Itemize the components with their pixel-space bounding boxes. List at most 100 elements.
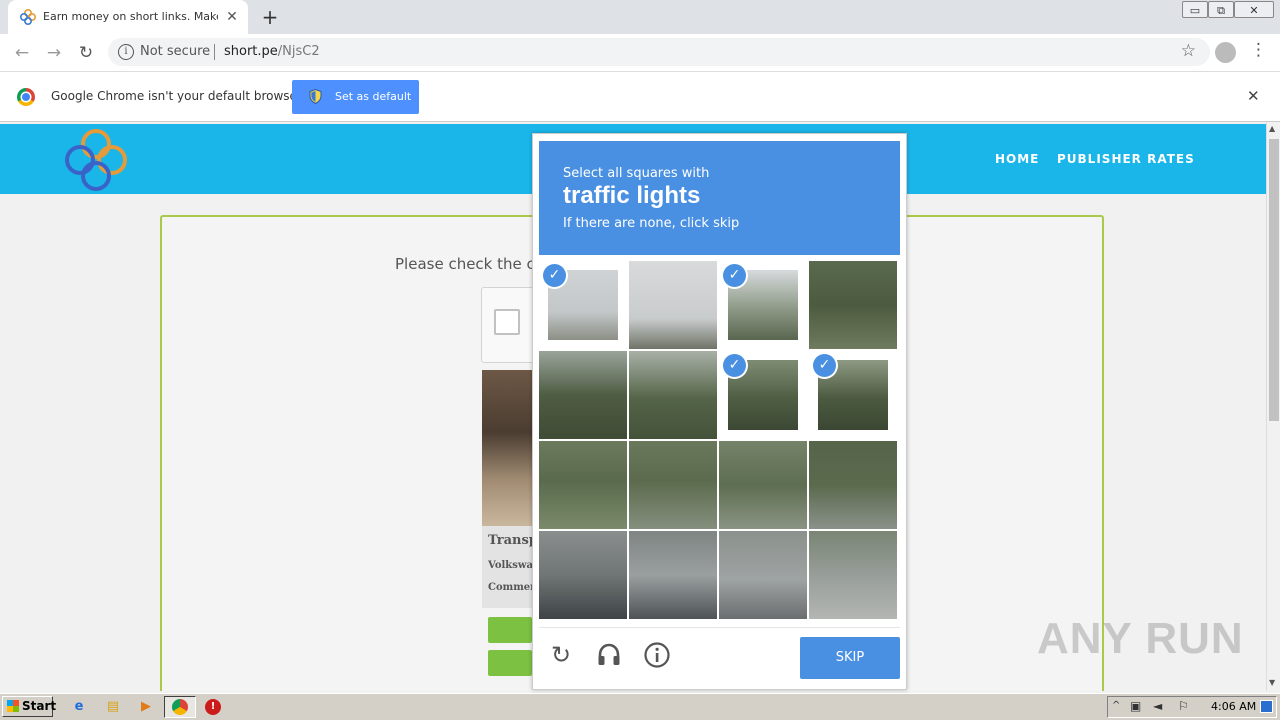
audio-challenge-icon[interactable] [592, 638, 626, 672]
captcha-tile-image [719, 531, 807, 619]
network-icon[interactable]: ▣ [1130, 699, 1141, 713]
captcha-tile[interactable] [719, 441, 807, 529]
selected-check-icon: ✓ [543, 264, 566, 287]
green-button[interactable] [488, 617, 532, 643]
captcha-tile-image [539, 531, 627, 619]
challenge-header: Select all squares with traffic lights I… [539, 141, 900, 255]
close-window-button[interactable]: ✕ [1234, 1, 1274, 18]
system-tray: ^ ▣ ◄ ⚐ 4:06 AM [1107, 696, 1277, 718]
chrome-logo-icon [17, 88, 35, 106]
ad-subtitle: Commer [488, 582, 532, 593]
restore-button[interactable]: ⧉ [1208, 1, 1234, 18]
captcha-tile[interactable] [809, 261, 897, 349]
ad-image[interactable] [482, 370, 532, 526]
ad-title: Transp [488, 533, 532, 548]
captcha-tile-image [809, 531, 897, 619]
set-as-default-button[interactable]: Set as default [292, 80, 419, 114]
nav-publisher-rates-link[interactable]: PUBLISHER RATES [1057, 152, 1195, 166]
captcha-tile-image [539, 351, 627, 439]
site-favicon-icon [20, 9, 36, 25]
security-label[interactable]: Not secure [140, 44, 210, 59]
challenge-target: traffic lights [563, 182, 701, 209]
captcha-tile-image [629, 351, 717, 439]
media-player-icon[interactable]: ▶ [137, 698, 155, 716]
infobar-close-icon[interactable]: ✕ [1247, 87, 1260, 105]
captcha-tile[interactable] [719, 531, 807, 619]
profile-avatar-icon[interactable] [1215, 42, 1236, 63]
site-logo[interactable] [60, 126, 132, 194]
page-scrollbar[interactable]: ▲ ▼ [1266, 122, 1280, 691]
address-bar[interactable]: i Not secure short.pe/NjsC2 ☆ [108, 38, 1210, 66]
skip-button[interactable]: SKIP [800, 637, 900, 679]
captcha-tile[interactable] [539, 351, 627, 439]
tray-expand-icon[interactable]: ^ [1112, 700, 1120, 711]
back-arrow-icon[interactable]: ← [10, 41, 34, 65]
scroll-up-icon[interactable]: ▲ [1269, 124, 1275, 133]
info-icon[interactable]: i [118, 44, 134, 60]
chrome-icon [172, 699, 188, 715]
reload-icon[interactable]: ↻ [74, 41, 98, 65]
taskbar: Start e ▤ ▶ ! ^ ▣ ◄ ⚐ 4:06 AM [0, 693, 1280, 720]
scroll-down-icon[interactable]: ▼ [1269, 678, 1275, 687]
reload-icon[interactable]: ↻ [544, 638, 578, 672]
forward-arrow-icon[interactable]: → [42, 41, 66, 65]
green-button[interactable] [488, 650, 532, 676]
browser-tab[interactable]: Earn money on short links. Make sho ✕ [8, 0, 248, 34]
internet-explorer-icon[interactable]: e [70, 698, 88, 716]
captcha-tile[interactable] [629, 261, 717, 349]
challenge-hint: If there are none, click skip [563, 216, 740, 231]
please-check-text: Please check the c [395, 255, 535, 273]
recaptcha-challenge-dialog: Select all squares with traffic lights I… [532, 133, 907, 690]
ad-card[interactable]: Transp Volkswag Commer [482, 526, 532, 608]
opera-icon[interactable]: ! [205, 699, 221, 715]
url-host: short.pe [224, 44, 278, 59]
captcha-tile-image [629, 441, 717, 529]
captcha-tile-image [629, 261, 717, 349]
selected-check-icon: ✓ [813, 354, 836, 377]
file-explorer-icon[interactable]: ▤ [104, 698, 122, 716]
anyrun-watermark: ANY RUN [1037, 614, 1244, 663]
captcha-tile[interactable] [629, 351, 717, 439]
captcha-tile-image [539, 441, 627, 529]
recaptcha-checkbox[interactable] [494, 309, 520, 335]
captcha-tile[interactable] [629, 531, 717, 619]
challenge-footer: ↻ SKIP [539, 627, 900, 685]
show-desktop-icon[interactable] [1260, 700, 1273, 713]
start-label: Start [22, 699, 57, 713]
url-divider [214, 44, 215, 60]
captcha-tile-image [629, 531, 717, 619]
ad-subtitle: Volkswag [488, 560, 532, 571]
taskbar-clock: 4:06 AM [1211, 700, 1257, 713]
tab-close-icon[interactable]: ✕ [222, 7, 242, 27]
info-icon[interactable] [640, 638, 674, 672]
captcha-tile[interactable] [629, 441, 717, 529]
selected-check-icon: ✓ [723, 264, 746, 287]
challenge-instruction: Select all squares with [563, 166, 710, 181]
url-text[interactable]: short.pe/NjsC2 [224, 44, 320, 59]
tab-strip: Earn money on short links. Make sho ✕ + … [0, 0, 1280, 34]
captcha-tile[interactable] [809, 531, 897, 619]
scrollbar-thumb[interactable] [1269, 139, 1279, 421]
tab-title: Earn money on short links. Make sho [43, 10, 218, 23]
taskbar-chrome-button[interactable] [164, 696, 196, 718]
selected-check-icon: ✓ [723, 354, 746, 377]
shield-icon [309, 89, 322, 104]
nav-home-link[interactable]: HOME [995, 152, 1039, 166]
set-as-default-label: Set as default [335, 90, 412, 103]
menu-dots-icon[interactable]: ⋮ [1250, 40, 1267, 60]
url-path: /NjsC2 [277, 44, 320, 59]
captcha-tile[interactable] [809, 441, 897, 529]
captcha-tile[interactable] [539, 441, 627, 529]
bookmark-star-icon[interactable]: ☆ [1181, 41, 1196, 61]
browser-toolbar: ← → ↻ i Not secure short.pe/NjsC2 ☆ ⋮ [0, 34, 1280, 72]
action-center-flag-icon[interactable]: ⚐ [1178, 699, 1189, 713]
start-button[interactable]: Start [2, 696, 57, 717]
windows-logo-icon [7, 700, 19, 712]
image-grid: ✓ ✓ ✓ ✓ [539, 261, 900, 622]
new-tab-button[interactable]: + [258, 5, 282, 29]
captcha-tile-image [719, 441, 807, 529]
captcha-tile[interactable] [539, 531, 627, 619]
captcha-tile-image [809, 441, 897, 529]
volume-icon[interactable]: ◄ [1153, 699, 1162, 713]
minimize-button[interactable]: ▭ [1182, 1, 1208, 18]
